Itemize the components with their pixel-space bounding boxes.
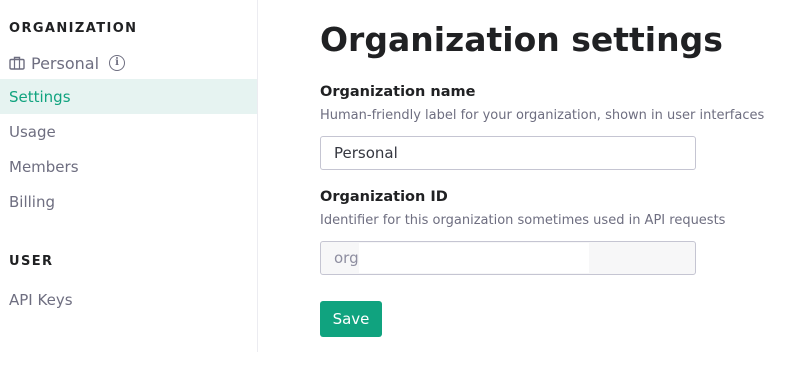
- user-heading: USER: [9, 254, 54, 269]
- sidebar-item-label: Usage: [9, 122, 56, 141]
- org-name-input[interactable]: [320, 136, 696, 170]
- org-id-field[interactable]: org: [320, 241, 696, 275]
- org-id-label: Organization ID: [320, 189, 448, 205]
- sidebar: ORGANIZATION Personal i Settings Usage M…: [0, 0, 258, 352]
- org-name-help: Human-friendly label for your organizati…: [320, 108, 765, 123]
- sidebar-item-members[interactable]: Members: [0, 149, 257, 184]
- sidebar-item-usage[interactable]: Usage: [0, 114, 257, 149]
- briefcase-icon: [9, 56, 25, 70]
- org-id-help: Identifier for this organization sometim…: [320, 213, 726, 228]
- page: ORGANIZATION Personal i Settings Usage M…: [0, 0, 786, 373]
- page-title: Organization settings: [320, 20, 723, 59]
- save-button[interactable]: Save: [320, 301, 382, 337]
- organization-heading: ORGANIZATION: [9, 21, 138, 36]
- sidebar-item-settings[interactable]: Settings: [0, 79, 257, 114]
- sidebar-item-billing[interactable]: Billing: [0, 184, 257, 219]
- settings-panel: Organization settings Organization name …: [320, 0, 786, 373]
- org-id-value: org: [334, 249, 359, 267]
- sidebar-item-label: API Keys: [9, 290, 73, 309]
- org-name-label: Organization name: [320, 84, 476, 100]
- sidebar-item-label: Billing: [9, 192, 55, 211]
- sidebar-item-label: Settings: [9, 87, 71, 106]
- org-id-redaction: [359, 243, 589, 273]
- org-switcher[interactable]: Personal i: [9, 52, 126, 74]
- info-icon[interactable]: i: [109, 55, 126, 71]
- sidebar-item-label: Members: [9, 157, 79, 176]
- org-name-label: Personal: [31, 53, 100, 73]
- sidebar-item-api-keys[interactable]: API Keys: [0, 282, 257, 317]
